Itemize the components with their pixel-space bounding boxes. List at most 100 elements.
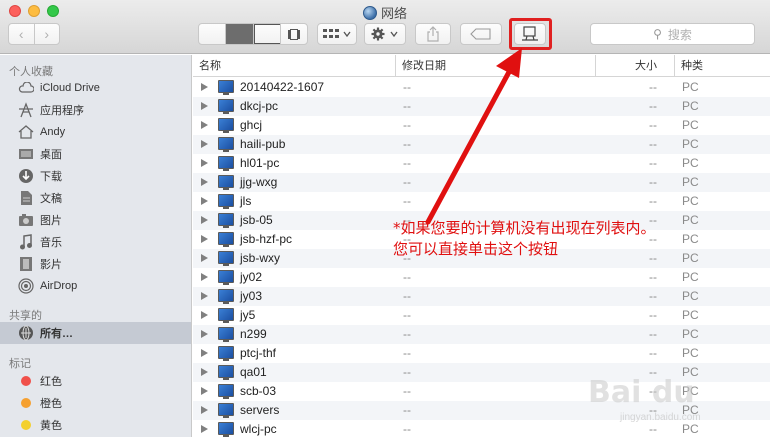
desktop-icon: [18, 146, 34, 162]
computer-icon: [218, 99, 234, 114]
sidebar-tag-orange[interactable]: 橙色: [0, 392, 191, 414]
table-row[interactable]: ptcj-thf -- -- PC: [193, 344, 770, 363]
disclosure-triangle-icon[interactable]: [201, 216, 208, 224]
sidebar-tag-red[interactable]: 红色: [0, 370, 191, 392]
disclosure-triangle-icon[interactable]: [201, 406, 208, 414]
table-row[interactable]: jls -- -- PC: [193, 192, 770, 211]
table-row[interactable]: hl01-pc -- -- PC: [193, 154, 770, 173]
row-kind: PC: [682, 118, 699, 132]
cloud-icon: [18, 80, 34, 96]
sidebar-item-documents[interactable]: 文稿: [0, 187, 191, 209]
disclosure-triangle-icon[interactable]: [201, 349, 208, 357]
list-view-button[interactable]: [226, 24, 254, 44]
row-kind: PC: [682, 137, 699, 151]
row-kind: PC: [682, 289, 699, 303]
table-row[interactable]: haili-pub -- -- PC: [193, 135, 770, 154]
row-name: haili-pub: [240, 137, 286, 151]
disclosure-triangle-icon[interactable]: [201, 178, 208, 186]
table-row[interactable]: jy02 -- -- PC: [193, 268, 770, 287]
table-row[interactable]: ghcj -- -- PC: [193, 116, 770, 135]
annotation-line-2: 您可以直接单击这个按钮: [393, 240, 559, 258]
table-row[interactable]: n299 -- -- PC: [193, 325, 770, 344]
grid-icon: [199, 24, 225, 44]
disclosure-triangle-icon[interactable]: [201, 425, 208, 433]
disclosure-triangle-icon[interactable]: [201, 235, 208, 243]
sidebar-item-icloud-drive[interactable]: iCloud Drive: [0, 77, 191, 99]
sidebar-item-andy[interactable]: Andy: [0, 121, 191, 143]
sidebar-item-pictures[interactable]: 图片: [0, 209, 191, 231]
sidebar-item-downloads[interactable]: 下载: [0, 165, 191, 187]
column-header-kind[interactable]: 种类: [674, 55, 770, 77]
row-name: jjg-wxg: [240, 175, 278, 189]
forward-button[interactable]: ›: [35, 24, 60, 44]
table-row[interactable]: jy5 -- -- PC: [193, 306, 770, 325]
table-row[interactable]: jjg-wxg -- -- PC: [193, 173, 770, 192]
disclosure-triangle-icon[interactable]: [201, 273, 208, 281]
disclosure-triangle-icon[interactable]: [201, 368, 208, 376]
sidebar-item-airdrop[interactable]: AirDrop: [0, 275, 191, 297]
disclosure-triangle-icon[interactable]: [201, 121, 208, 129]
coverflow-view-button[interactable]: [281, 24, 307, 44]
row-date: --: [403, 137, 411, 151]
sidebar-section-shared: 共享的: [9, 310, 42, 322]
back-forward-group: ‹ ›: [8, 23, 60, 45]
column-header-date[interactable]: 修改日期: [395, 55, 595, 77]
disclosure-triangle-icon[interactable]: [201, 102, 208, 110]
sidebar-item-movies[interactable]: 影片: [0, 253, 191, 275]
row-date: --: [403, 422, 411, 436]
disclosure-triangle-icon[interactable]: [201, 311, 208, 319]
computer-icon: [218, 80, 234, 95]
tag-button[interactable]: [460, 23, 502, 45]
share-button[interactable]: [415, 23, 451, 45]
view-mode-switcher: [198, 23, 308, 45]
computer-icon: [218, 403, 234, 418]
row-size: --: [649, 289, 657, 303]
row-name: jy5: [240, 308, 256, 322]
row-date: --: [403, 118, 411, 132]
watermark-url: jingyan.baidu.com: [620, 412, 701, 423]
disclosure-triangle-icon[interactable]: [201, 140, 208, 148]
table-row[interactable]: 20140422-1607 -- -- PC: [193, 78, 770, 97]
disclosure-triangle-icon[interactable]: [201, 292, 208, 300]
column-header-name[interactable]: 名称: [193, 55, 395, 77]
row-kind: PC: [682, 156, 699, 170]
sidebar-item-label: 应用程序: [40, 105, 84, 117]
row-date: --: [403, 156, 411, 170]
gear-icon: [371, 27, 398, 41]
disclosure-triangle-icon[interactable]: [201, 387, 208, 395]
back-button[interactable]: ‹: [9, 24, 35, 44]
sidebar-item-all-shared[interactable]: 所有…: [0, 322, 191, 344]
table-row[interactable]: dkcj-pc -- -- PC: [193, 97, 770, 116]
disclosure-triangle-icon[interactable]: [201, 83, 208, 91]
row-kind: PC: [682, 422, 699, 436]
search-field[interactable]: ⚲ 搜索: [590, 23, 755, 45]
arrange-button[interactable]: [317, 23, 357, 45]
computer-icon: [218, 175, 234, 190]
table-row[interactable]: jy03 -- -- PC: [193, 287, 770, 306]
disclosure-triangle-icon[interactable]: [201, 330, 208, 338]
computer-icon: [218, 346, 234, 361]
column-view-button[interactable]: [253, 24, 281, 44]
row-name: ptcj-thf: [240, 346, 277, 360]
computer-icon: [218, 156, 234, 171]
sidebar-tag-yellow[interactable]: 黄色: [0, 414, 191, 436]
icon-view-button[interactable]: [199, 24, 227, 44]
row-name: jsb-hzf-pc: [240, 232, 293, 246]
sidebar-item-applications[interactable]: 应用程序: [0, 99, 191, 121]
row-size: --: [649, 422, 657, 436]
action-menu-button[interactable]: [364, 23, 406, 45]
disclosure-triangle-icon[interactable]: [201, 197, 208, 205]
sidebar-item-music[interactable]: 音乐: [0, 231, 191, 253]
computer-icon: [218, 365, 234, 380]
sidebar-item-desktop[interactable]: 桌面: [0, 143, 191, 165]
home-icon: [18, 124, 34, 140]
row-name: jy03: [240, 289, 263, 303]
computer-icon: [218, 270, 234, 285]
disclosure-triangle-icon[interactable]: [201, 254, 208, 262]
sidebar-item-label: 所有…: [40, 328, 73, 340]
column-header-size[interactable]: 大小: [595, 55, 663, 77]
disclosure-triangle-icon[interactable]: [201, 159, 208, 167]
row-name: qa01: [240, 365, 267, 379]
sidebar-item-label: 下载: [40, 171, 62, 183]
airdrop-icon: [18, 278, 34, 294]
